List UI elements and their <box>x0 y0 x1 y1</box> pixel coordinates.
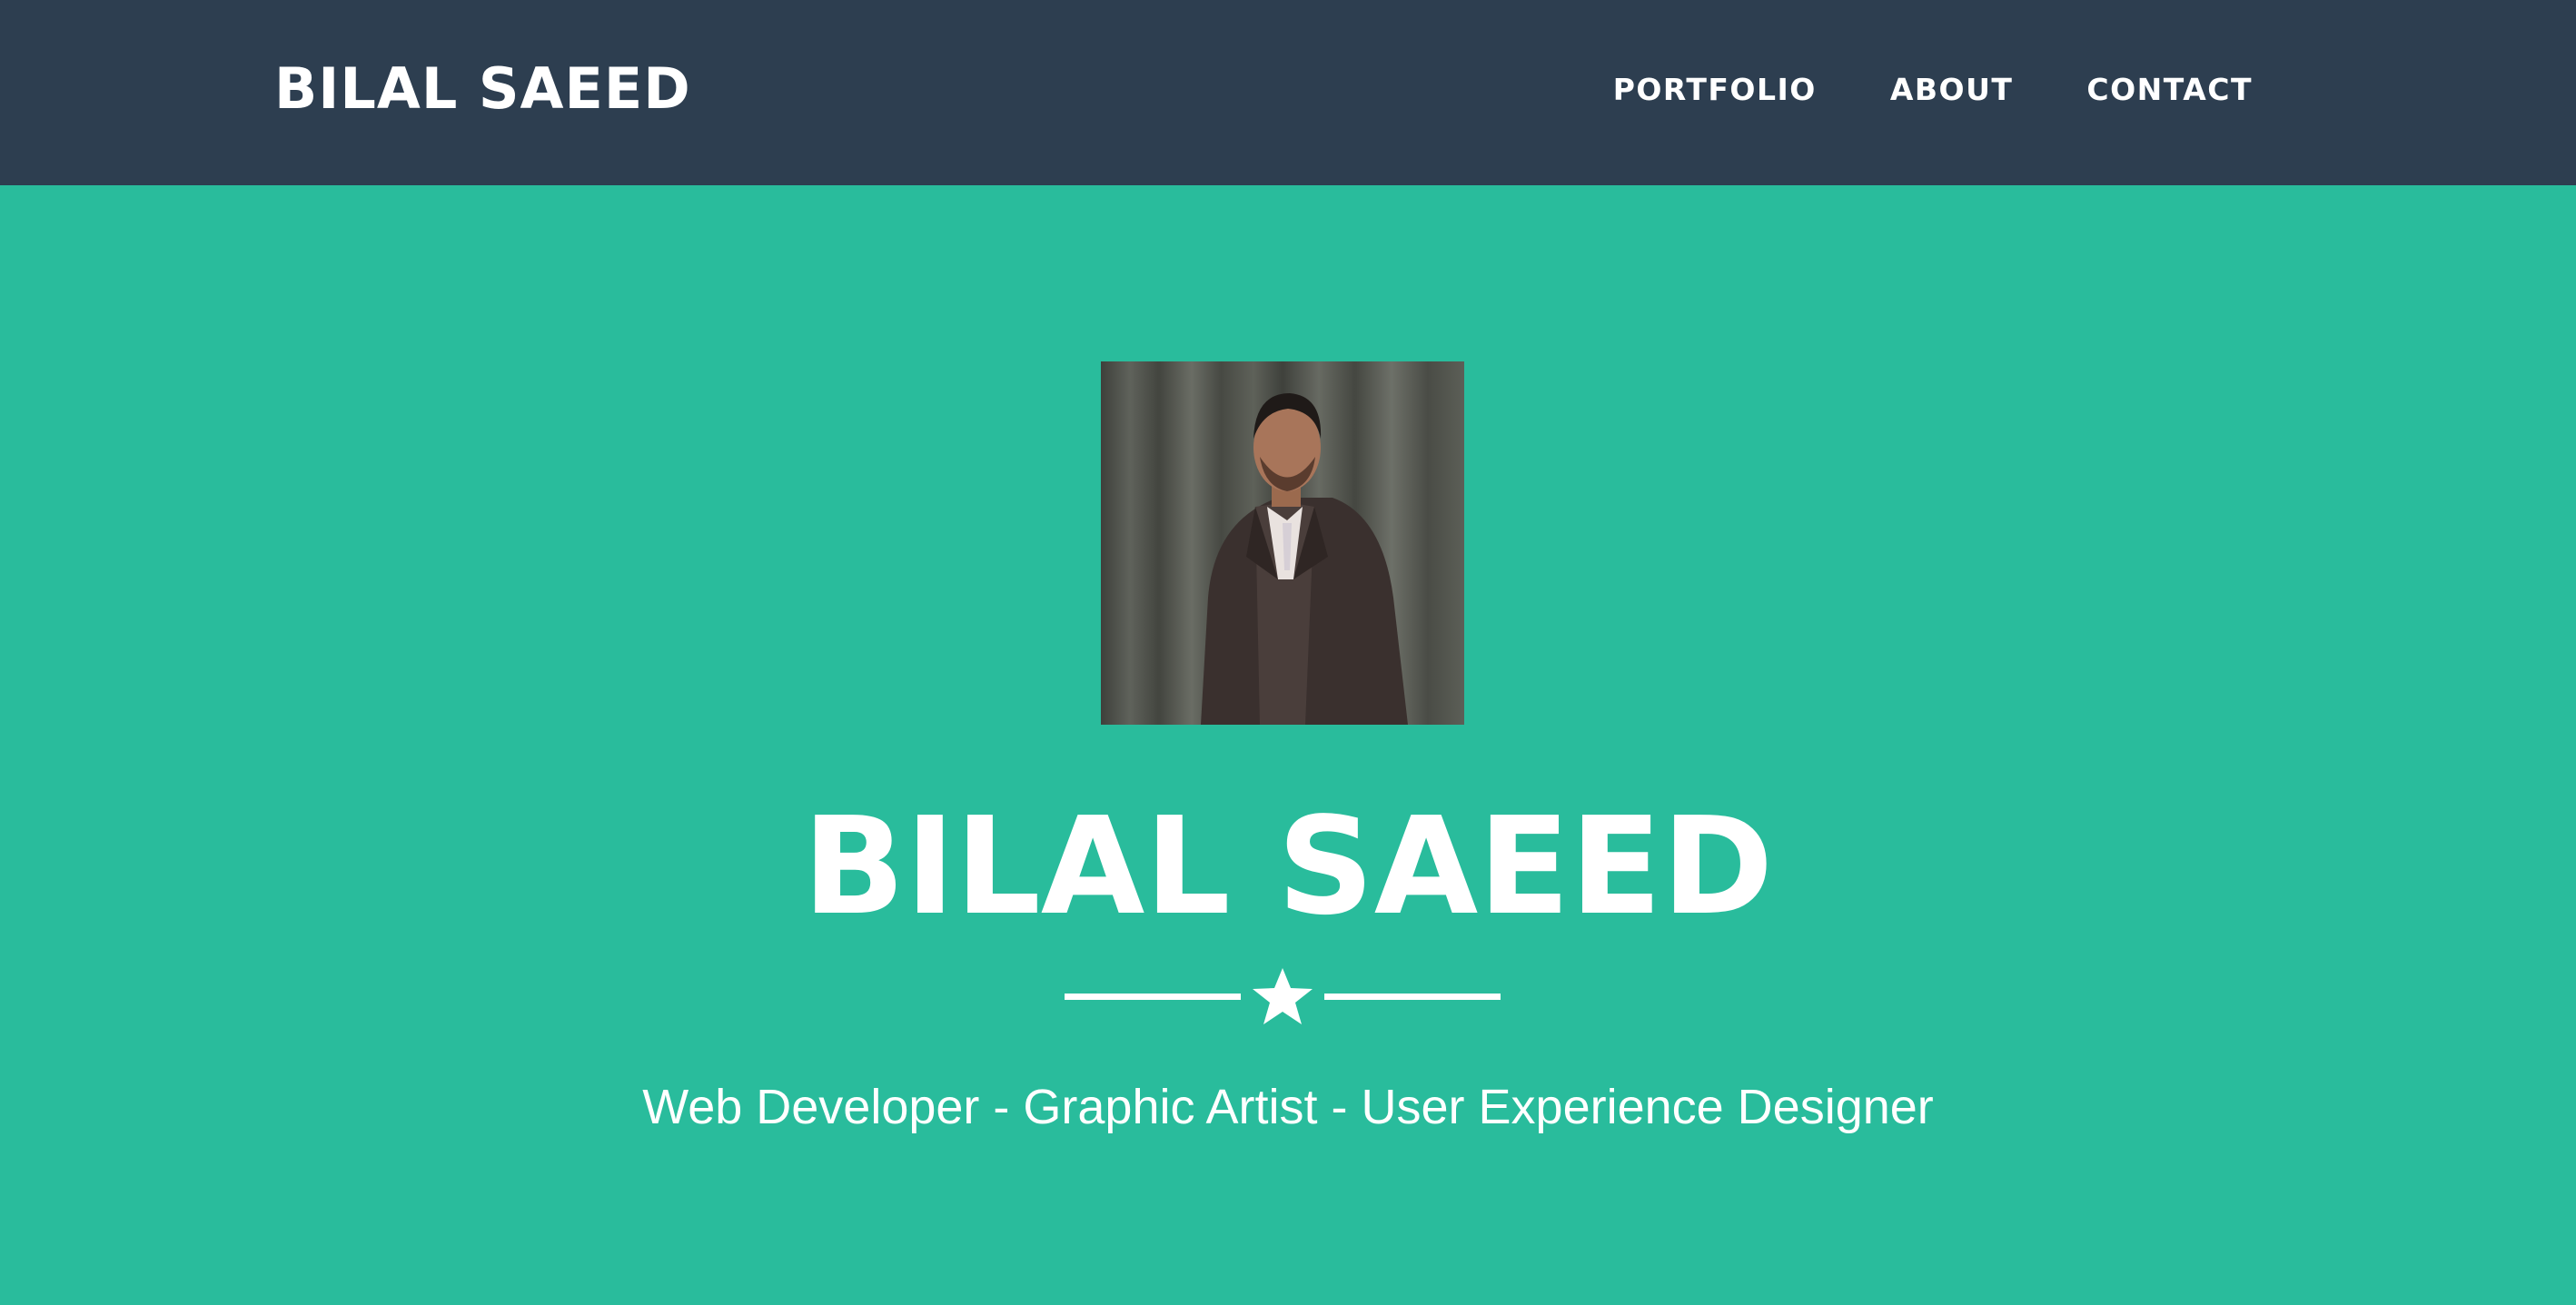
divider-line-left <box>1065 994 1241 1000</box>
star-divider <box>1065 966 1501 1026</box>
hero-name: BILAL SAEED <box>802 788 1774 944</box>
nav-link-about[interactable]: ABOUT <box>1890 72 2014 107</box>
nav-links: PORTFOLIO ABOUT CONTACT <box>1613 64 2253 114</box>
nav-link-portfolio[interactable]: PORTFOLIO <box>1613 72 1817 107</box>
divider-line-right <box>1324 994 1501 1000</box>
hero-subtitle: Web Developer - Graphic Artist - User Ex… <box>642 1080 1934 1134</box>
navbar: BILAL SAEED PORTFOLIO ABOUT CONTACT <box>0 0 2576 185</box>
profile-image <box>1101 361 1464 725</box>
brand-link[interactable]: BILAL SAEED <box>274 53 691 125</box>
star-icon <box>1253 968 1313 1024</box>
hero-section: BILAL SAEED Web Developer - Graphic Arti… <box>0 185 2576 1305</box>
nav-link-contact[interactable]: CONTACT <box>2086 72 2253 107</box>
profile-photo-graphic <box>1101 361 1464 725</box>
